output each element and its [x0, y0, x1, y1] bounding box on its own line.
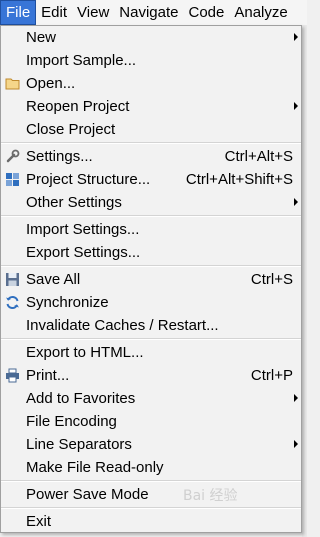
wrench-icon	[6, 149, 20, 163]
menu-item-label: Export Settings...	[26, 244, 141, 261]
menu-item-label: Settings...	[26, 148, 93, 165]
menu-view[interactable]: View	[72, 0, 114, 25]
menu-item-label: Exit	[26, 513, 52, 530]
menu-item-shortcut: Ctrl+Alt+S	[224, 148, 293, 165]
menu-item-label: Synchronize	[26, 294, 109, 311]
menu-item-import-sample[interactable]: Import Sample...	[1, 49, 301, 72]
submenu-arrow-icon	[294, 33, 298, 41]
menu-separator	[1, 507, 301, 509]
menu-item-other-settings[interactable]: Other Settings	[1, 191, 301, 214]
menu-item-label: Add to Favorites	[26, 390, 136, 407]
menu-item-label: Invalidate Caches / Restart...	[26, 317, 219, 334]
menu-item-shortcut: Ctrl+Alt+Shift+S	[185, 171, 293, 188]
menu-item-close-project[interactable]: Close Project	[1, 118, 301, 141]
menu-item-label: File Encoding	[26, 413, 117, 430]
menu-separator	[1, 265, 301, 267]
menu-item-export-settings[interactable]: Export Settings...	[1, 241, 301, 264]
menu-item-label: Print...	[26, 367, 70, 384]
menu-item-make-file-read-only[interactable]: Make File Read-only	[1, 456, 301, 479]
menu-item-label: Project Structure...	[26, 171, 151, 188]
menu-item-shortcut: Ctrl+P	[250, 367, 293, 384]
folder-icon	[5, 78, 20, 90]
file-menu-dropdown: New Import Sample... Open... Reopen Proj…	[0, 25, 302, 533]
watermark: Bai 经验	[183, 488, 238, 504]
menu-item-invalidate-caches[interactable]: Invalidate Caches / Restart...	[1, 314, 301, 337]
project-structure-icon	[6, 173, 19, 186]
sync-icon	[6, 295, 19, 310]
menu-item-synchronize[interactable]: Synchronize	[1, 291, 301, 314]
menu-item-print[interactable]: Print... Ctrl+P	[1, 364, 301, 387]
menu-edit[interactable]: Edit	[36, 0, 72, 25]
submenu-arrow-icon	[294, 440, 298, 448]
menu-item-power-save-mode[interactable]: Power Save Mode	[1, 483, 301, 506]
menu-item-shortcut: Ctrl+S	[250, 271, 293, 288]
menu-item-label: Import Sample...	[26, 52, 137, 69]
menu-item-label: New	[26, 29, 57, 46]
menu-code[interactable]: Code	[183, 0, 229, 25]
menu-separator	[1, 215, 301, 217]
menu-item-label: Export to HTML...	[26, 344, 144, 361]
menu-item-reopen-project[interactable]: Reopen Project	[1, 95, 301, 118]
menu-file[interactable]: File	[0, 0, 37, 25]
menu-bar: File Edit View Navigate Code Analyze	[0, 0, 307, 26]
menu-item-label: Close Project	[26, 121, 116, 138]
menu-separator	[1, 338, 301, 340]
menu-item-import-settings[interactable]: Import Settings...	[1, 218, 301, 241]
menu-analyze[interactable]: Analyze	[229, 0, 292, 25]
menu-item-open[interactable]: Open...	[1, 72, 301, 95]
menu-item-label: Open...	[26, 75, 76, 92]
submenu-arrow-icon	[294, 102, 298, 110]
menu-item-settings[interactable]: Settings... Ctrl+Alt+S	[1, 145, 301, 168]
menu-item-label: Other Settings	[26, 194, 122, 211]
menu-navigate[interactable]: Navigate	[114, 0, 183, 25]
menu-separator	[1, 142, 301, 144]
menu-item-export-to-html[interactable]: Export to HTML...	[1, 341, 301, 364]
menu-item-label: Import Settings...	[26, 221, 140, 238]
menu-item-label: Make File Read-only	[26, 459, 164, 476]
printer-icon	[6, 368, 19, 383]
menu-item-file-encoding[interactable]: File Encoding	[1, 410, 301, 433]
menu-item-save-all[interactable]: Save All Ctrl+S	[1, 268, 301, 291]
submenu-arrow-icon	[294, 198, 298, 206]
menu-item-add-to-favorites[interactable]: Add to Favorites	[1, 387, 301, 410]
background-edge	[302, 25, 307, 537]
menu-separator	[1, 480, 301, 482]
submenu-arrow-icon	[294, 394, 298, 402]
menu-item-label: Power Save Mode	[26, 486, 149, 503]
menu-item-exit[interactable]: Exit	[1, 510, 301, 533]
menu-item-label: Line Separators	[26, 436, 132, 453]
menu-item-label: Save All	[26, 271, 81, 288]
menu-item-new[interactable]: New	[1, 26, 301, 49]
menu-item-line-separators[interactable]: Line Separators	[1, 433, 301, 456]
menu-item-label: Reopen Project	[26, 98, 130, 115]
save-icon	[6, 273, 19, 286]
menu-item-project-structure[interactable]: Project Structure... Ctrl+Alt+Shift+S	[1, 168, 301, 191]
